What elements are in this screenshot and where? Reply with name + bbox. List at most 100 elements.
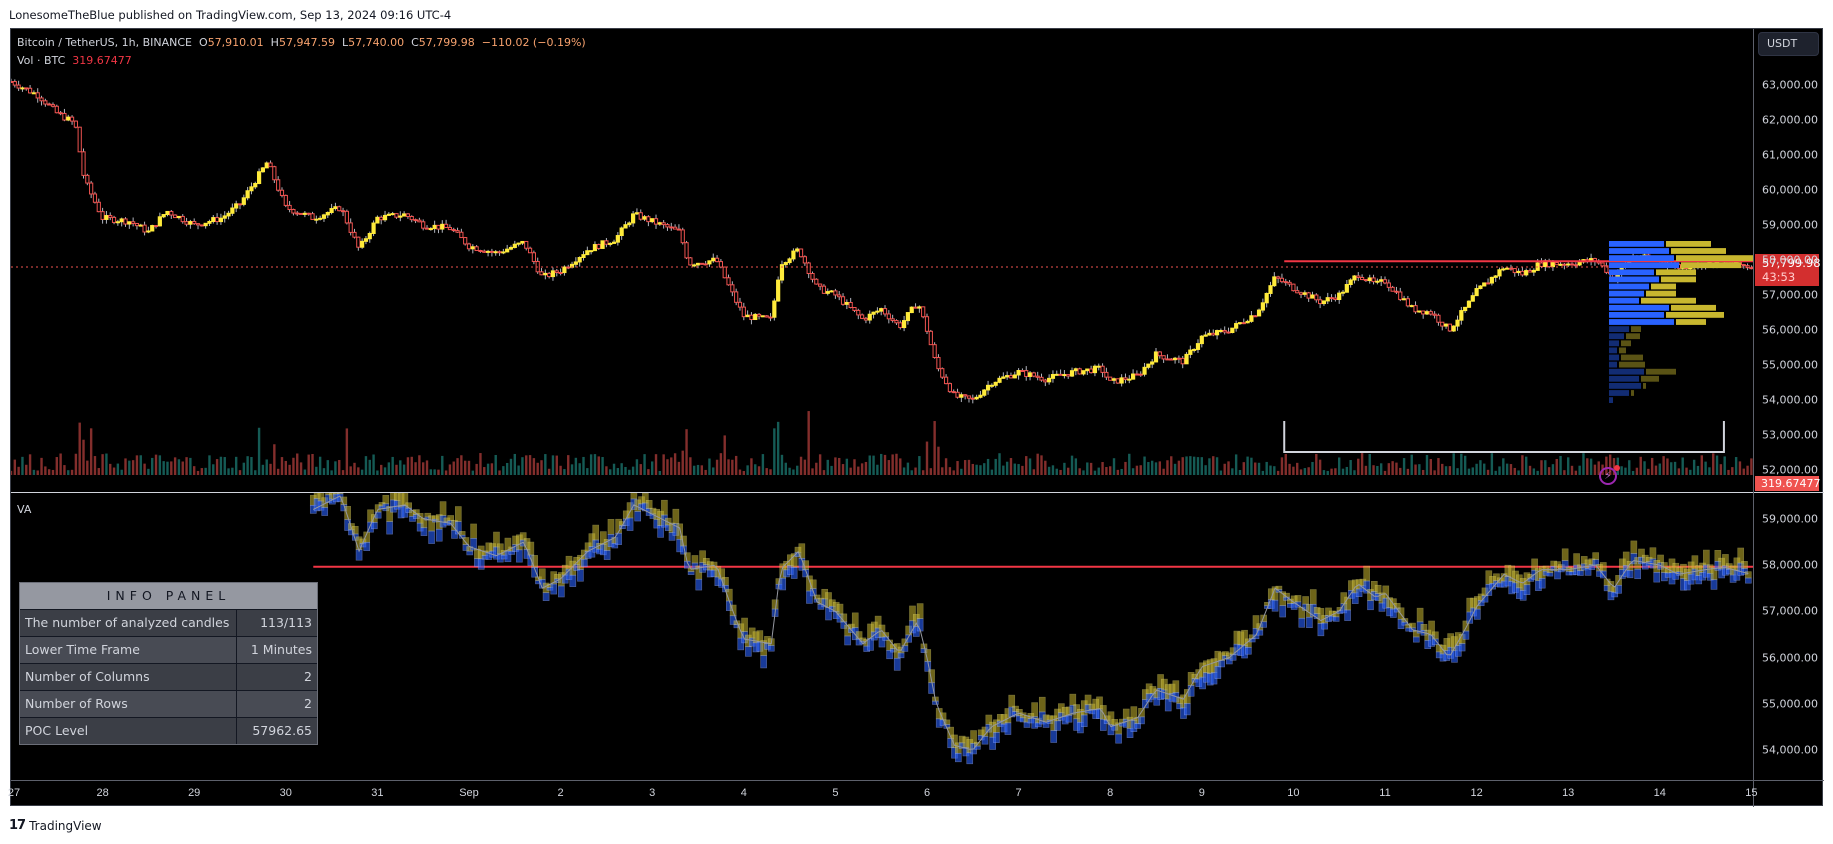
candle xyxy=(298,212,304,215)
candle xyxy=(1478,285,1483,290)
va-sell-block xyxy=(592,524,600,541)
profile-buy-bar xyxy=(1609,290,1644,297)
volume-bar xyxy=(918,456,921,475)
candle xyxy=(1062,374,1067,377)
va-tick-label: 55,000.00 xyxy=(1762,697,1818,711)
volume-bar xyxy=(1402,458,1406,475)
volume-bar xyxy=(1734,457,1738,475)
volume-bar xyxy=(731,459,734,475)
candle xyxy=(756,313,762,317)
candle xyxy=(1436,314,1441,323)
volume-bar xyxy=(322,468,326,475)
candle xyxy=(970,397,975,400)
candle xyxy=(81,151,86,176)
volume-bar xyxy=(1673,461,1677,475)
main-price-pane[interactable]: Bitcoin / TetherUS, 1h, BINANCE O57,910.… xyxy=(11,29,1753,492)
volume-bar xyxy=(105,453,108,475)
volume-bar xyxy=(463,460,467,475)
volume-bar xyxy=(525,455,528,475)
volume-bar xyxy=(925,441,929,475)
candle xyxy=(1600,262,1605,267)
candle xyxy=(592,244,598,252)
volume-bar xyxy=(101,454,104,475)
price-tick-label: 61,000.00 xyxy=(1762,148,1818,162)
volume-bar xyxy=(704,469,707,475)
candle xyxy=(1470,295,1475,302)
volume-bar xyxy=(631,466,635,475)
candle xyxy=(325,212,330,216)
va-sell-block xyxy=(607,519,615,535)
candle xyxy=(455,230,460,233)
va-buy-block xyxy=(1187,685,1195,697)
candle xyxy=(470,246,475,250)
volume-bar xyxy=(654,454,658,475)
va-buy-block xyxy=(1065,715,1073,723)
volume-bar xyxy=(1288,463,1291,475)
volume-bar xyxy=(979,465,982,475)
volume-bar xyxy=(1044,460,1047,475)
volume-bar xyxy=(853,459,856,475)
va-sell-block xyxy=(661,499,668,516)
candle xyxy=(1485,282,1491,285)
candle xyxy=(818,283,823,287)
volume-bar xyxy=(280,457,284,475)
candle xyxy=(1295,290,1300,294)
volume-bar xyxy=(1341,468,1345,475)
profile-sell-bar xyxy=(1671,304,1716,311)
volume-bar xyxy=(93,456,97,475)
volume-bar xyxy=(380,464,383,475)
volume-bar xyxy=(1238,469,1242,475)
candle xyxy=(1417,310,1422,313)
volume-bar xyxy=(1406,468,1410,475)
volume-bar xyxy=(1727,469,1730,475)
volume-bar xyxy=(1712,453,1715,475)
volume-bar xyxy=(1047,466,1051,475)
va-buy-block xyxy=(1554,570,1561,580)
chart-frame[interactable]: Bitcoin / TetherUS, 1h, BINANCE O57,910.… xyxy=(8,28,1824,807)
candle xyxy=(860,314,865,319)
price-tick-label: 52,000.00 xyxy=(1762,463,1818,477)
currency-button[interactable]: USDT xyxy=(1758,32,1819,56)
volume-bar xyxy=(154,454,158,475)
volume-bar xyxy=(1261,470,1265,475)
volume-bar xyxy=(746,465,749,475)
va-sell-block xyxy=(1741,561,1748,569)
profile-buy-bar xyxy=(1609,383,1641,389)
va-sell-block xyxy=(470,523,477,539)
candle xyxy=(543,272,548,276)
volume-bar xyxy=(574,457,578,475)
volume-bar xyxy=(139,455,142,475)
time-tick-label: 15 xyxy=(1745,787,1758,799)
volume-bar xyxy=(410,456,413,475)
volume-bar xyxy=(135,455,139,475)
profile-sell-bar xyxy=(1681,262,1741,269)
candle xyxy=(1031,372,1036,377)
low-value: 57,740.00 xyxy=(348,36,405,49)
volume-bar xyxy=(1231,468,1234,475)
volume-bar xyxy=(395,464,398,475)
volume-bar xyxy=(609,469,612,475)
va-buy-block xyxy=(1745,577,1752,584)
volume-bar xyxy=(288,464,291,475)
volume-bar xyxy=(250,457,253,475)
candle xyxy=(39,97,44,102)
volume-bar xyxy=(269,463,272,475)
volume-bar xyxy=(673,453,677,475)
candle xyxy=(562,266,567,274)
candle xyxy=(1123,377,1128,381)
volume-bar xyxy=(1009,458,1013,475)
candle xyxy=(1554,262,1559,266)
candle xyxy=(1256,309,1262,317)
candle xyxy=(1352,275,1357,281)
price-tick-label: 57,000.00 xyxy=(1762,288,1818,302)
va-pane[interactable]: VA INFO PANEL The number of analyzed can… xyxy=(11,493,1753,780)
volume-bar xyxy=(341,470,345,475)
volume-bar xyxy=(1036,453,1039,475)
candle xyxy=(43,100,48,105)
volume-bar xyxy=(1257,462,1261,475)
time-axis[interactable]: 27 28 29 30 31 Sep 2 3 4 5 6 7 8 9 10 11 12 13 14 15 xyxy=(8,780,1824,807)
candle xyxy=(1260,302,1265,311)
volume-bar xyxy=(177,459,181,475)
candle xyxy=(661,222,666,226)
price-tick-label: 54,000.00 xyxy=(1762,393,1818,407)
